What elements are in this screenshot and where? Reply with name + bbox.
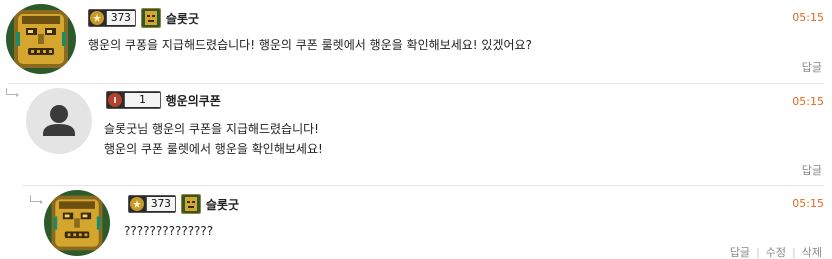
- level-badge: 373: [88, 9, 136, 27]
- nickname-link[interactable]: 행운의쿠폰: [166, 92, 221, 109]
- action-separator: |: [756, 245, 760, 259]
- comment-time: 05:15: [792, 11, 824, 24]
- level-number: 1: [124, 93, 160, 107]
- avatar[interactable]: [44, 190, 110, 256]
- red-rank-icon: [108, 93, 122, 107]
- comment-meta: 373 슬롯굿: [128, 194, 239, 214]
- mini-avatar-icon: [180, 194, 201, 214]
- level-number: 373: [146, 197, 175, 211]
- comment-time: 05:15: [792, 197, 824, 210]
- comment-item: 1 행운의쿠폰 05:15 슬롯굿님 행운의 쿠폰을 지급해드렸습니다! 행운의…: [0, 84, 832, 184]
- comment-item: 373 슬롯굿 05:15 행운의 쿠퐁을 지급해드렸습니다! 행운의 쿠폰 룰…: [0, 0, 832, 83]
- reply-button[interactable]: 답글: [730, 244, 750, 259]
- reply-button[interactable]: 답글: [802, 59, 822, 75]
- avatar[interactable]: [6, 4, 76, 74]
- level-badge: 1: [106, 91, 161, 109]
- comment-actions: 답글: [802, 162, 822, 178]
- comment-item: 373 슬롯굿 05:15 ?????????????? 답글 | 수정 | 삭…: [0, 186, 832, 259]
- aztec-totem-icon: [6, 4, 76, 74]
- level-badge: 373: [128, 195, 176, 213]
- comment-actions: 답글: [802, 59, 822, 75]
- gold-rank-icon: [130, 197, 144, 211]
- comment-text-line-2: 행운의 쿠폰 룰렛에서 행운을 확인해보세요!: [104, 142, 323, 156]
- comment-text: ??????????????: [124, 224, 214, 238]
- reply-button[interactable]: 답글: [802, 162, 822, 178]
- comment-time: 05:15: [792, 95, 824, 108]
- mini-avatar-icon: [140, 8, 161, 28]
- nickname-link[interactable]: 슬롯굿: [166, 10, 199, 27]
- aztec-totem-icon: [44, 190, 110, 256]
- gold-rank-icon: [90, 11, 104, 25]
- comment-actions: 답글 | 수정 | 삭제: [730, 244, 822, 259]
- action-separator: |: [792, 245, 796, 259]
- comment-text-line-1: 슬롯굿님 행운의 쿠폰을 지급해드렸습니다!: [104, 122, 319, 136]
- edit-button[interactable]: 수정: [766, 244, 786, 259]
- avatar[interactable]: [26, 88, 92, 154]
- nickname-link[interactable]: 슬롯굿: [206, 196, 239, 213]
- comment-meta: 373 슬롯굿: [88, 8, 199, 28]
- person-silhouette-icon: [26, 88, 92, 154]
- comment-thread: 373 슬롯굿 05:15 행운의 쿠퐁을 지급해드렸습니다! 행운의 쿠폰 룰…: [0, 0, 832, 259]
- delete-button[interactable]: 삭제: [802, 244, 822, 259]
- comment-text: 행운의 쿠퐁을 지급해드렸습니다! 행운의 쿠폰 룰렛에서 행운을 확인해보세요…: [88, 38, 532, 52]
- level-number: 373: [106, 11, 135, 25]
- comment-meta: 1 행운의쿠폰: [106, 90, 221, 110]
